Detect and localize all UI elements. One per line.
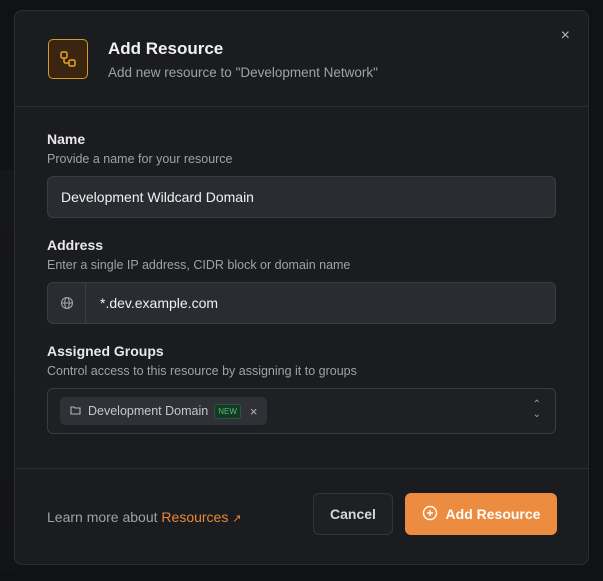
- address-value: *.dev.example.com: [100, 295, 219, 311]
- plus-circle-icon: [422, 505, 438, 524]
- group-chip-label: Development Domain: [88, 404, 209, 418]
- chevron-up-down-icon[interactable]: ⌃ ⌄: [533, 400, 541, 420]
- groups-label: Assigned Groups: [47, 343, 164, 359]
- groups-select[interactable]: Development Domain NEW × ⌃ ⌄: [47, 388, 556, 434]
- external-link-icon: ↗: [232, 513, 242, 525]
- resources-link-label: Resources: [161, 509, 229, 525]
- name-label: Name: [47, 131, 86, 147]
- resources-link[interactable]: Resources ↗: [161, 509, 241, 525]
- globe-icon: [48, 283, 86, 323]
- address-input[interactable]: *.dev.example.com: [47, 282, 556, 324]
- groups-help: Control access to this resource by assig…: [47, 364, 357, 378]
- learn-more-text: Learn more about Resources ↗: [47, 509, 241, 525]
- add-resource-label: Add Resource: [445, 506, 541, 522]
- learn-prefix: Learn more about: [47, 509, 158, 525]
- folder-icon: [70, 404, 82, 419]
- dialog-title: Add Resource: [108, 39, 224, 58]
- new-badge: NEW: [214, 403, 241, 419]
- add-resource-button[interactable]: Add Resource: [405, 493, 557, 535]
- name-value: Development Wildcard Domain: [61, 189, 254, 205]
- address-help: Enter a single IP address, CIDR block or…: [47, 258, 351, 272]
- cancel-button[interactable]: Cancel: [313, 493, 393, 535]
- add-resource-dialog: × Add Resource Add new resource to "Deve…: [14, 10, 589, 565]
- address-label: Address: [47, 237, 104, 253]
- dialog-subtitle: Add new resource to "Development Network…: [108, 65, 378, 80]
- resource-icon: [48, 39, 88, 79]
- dialog-header: Add Resource Add new resource to "Develo…: [15, 11, 588, 107]
- name-input[interactable]: Development Wildcard Domain: [47, 176, 556, 218]
- name-help: Provide a name for your resource: [47, 152, 233, 166]
- group-chip: Development Domain NEW ×: [60, 397, 268, 425]
- remove-chip-icon[interactable]: ×: [250, 404, 258, 419]
